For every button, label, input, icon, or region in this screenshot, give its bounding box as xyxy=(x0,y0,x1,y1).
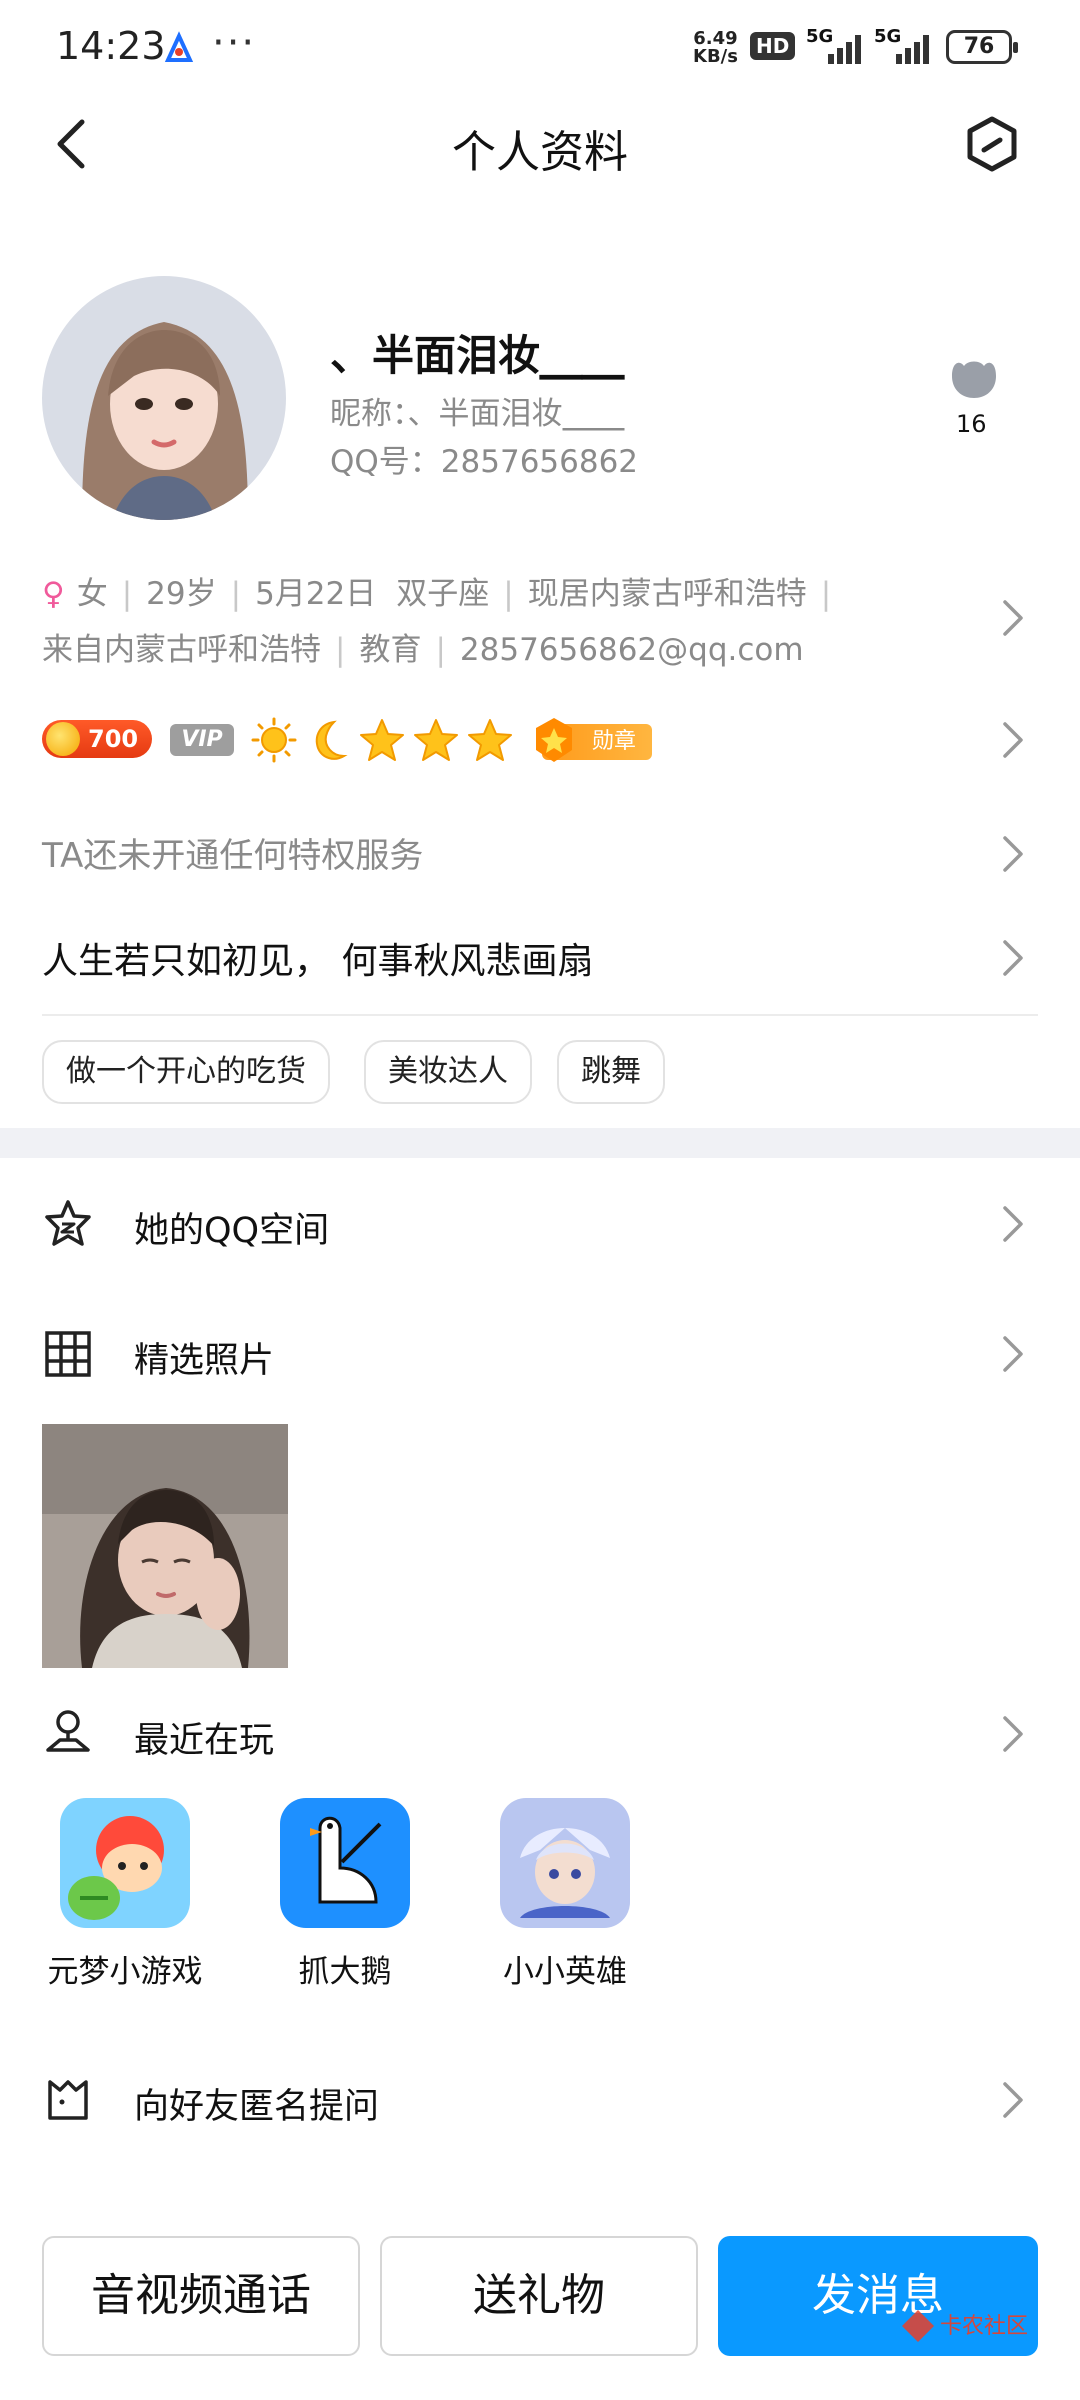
info-hometown: 来自内蒙古呼和浩特 xyxy=(42,632,321,668)
like-button[interactable] xyxy=(946,354,1002,406)
video-call-button[interactable]: 音视频通话 xyxy=(42,2236,360,2356)
privilege-chevron[interactable] xyxy=(1000,834,1026,874)
recent-games-row[interactable]: 最近在玩 xyxy=(0,1690,1080,1780)
info-age: 29岁 xyxy=(146,576,217,612)
chevron-right-icon xyxy=(1003,1716,1023,1752)
badge-row-chevron[interactable] xyxy=(1000,720,1026,760)
privilege-status[interactable]: TA还未开通任何特权服务 xyxy=(42,828,423,877)
vip-badge: VIP xyxy=(170,724,234,756)
profile-nickname: 昵称：、半面泪妆⎽⎽ xyxy=(330,396,625,432)
info-birthday: 5月22日 xyxy=(255,576,377,612)
send-gift-button[interactable]: 送礼物 xyxy=(380,2236,698,2356)
chevron-right-icon xyxy=(1003,1336,1023,1372)
hero-game-icon xyxy=(500,1798,630,1928)
signal-icon-2: 5G xyxy=(874,26,938,70)
signature-chevron[interactable] xyxy=(1000,938,1026,978)
like-icon xyxy=(952,361,996,398)
photos-row[interactable]: 精选照片 xyxy=(0,1308,1080,1398)
profile-name: 、半面泪妆⎽⎽ xyxy=(330,331,625,380)
status-time: 14:23 xyxy=(56,24,166,68)
coin-badge: 700 xyxy=(42,720,152,758)
moon-level-icon xyxy=(315,720,348,760)
page-title: 个人资料 xyxy=(452,127,628,178)
game-item-yuanmeng[interactable]: 元梦小游戏 xyxy=(30,1798,220,1991)
signal-icon: 5G xyxy=(806,26,870,70)
profile-info-line-2: 来自内蒙古呼和浩特 | 教育 | 2857656862@qq.com xyxy=(42,632,804,668)
like-count: 16 xyxy=(956,410,987,438)
info-residence: 现居内蒙古呼和浩特 xyxy=(527,576,807,612)
female-icon: ♀ xyxy=(42,576,65,612)
interest-tag[interactable]: 做一个开心的吃货 xyxy=(42,1040,330,1104)
watermark-logo-icon xyxy=(902,2310,934,2342)
qzone-star-icon xyxy=(45,1200,91,1246)
goose-game-icon xyxy=(280,1798,410,1928)
personal-signature[interactable]: 人生若只如初见， 何事秋风悲画扇 xyxy=(42,932,593,984)
chevron-right-icon xyxy=(1003,836,1023,872)
game-label: 抓大鹅 xyxy=(298,1954,392,1990)
grid-icon xyxy=(45,1331,91,1377)
photos-label: 精选照片 xyxy=(134,1341,275,1381)
recent-games-label: 最近在玩 xyxy=(134,1721,275,1761)
info-occupation: 教育 xyxy=(359,632,422,668)
info-gender: 女 xyxy=(76,576,108,612)
sun-level-icon xyxy=(251,717,297,763)
interest-tag[interactable]: 美妆达人 xyxy=(364,1040,532,1104)
profile-info-line-1: ♀ 女 | 29岁 | 5月22日 双子座 | 现居内蒙古呼和浩特 | xyxy=(42,576,832,612)
featured-photo[interactable] xyxy=(42,1424,288,1668)
profile-qq-number: QQ号：2857656862 xyxy=(330,444,639,480)
anon-question-row[interactable]: 向好友匿名提问 xyxy=(0,2056,1080,2146)
star-level-icon xyxy=(468,719,512,761)
chevron-right-icon xyxy=(1003,940,1023,976)
interest-tag[interactable]: 跳舞 xyxy=(557,1040,665,1104)
nav-header: 个人资料 xyxy=(0,96,1080,192)
avatar[interactable] xyxy=(42,276,286,520)
qzone-label: 她的QQ空间 xyxy=(134,1211,330,1251)
coin-icon xyxy=(46,722,80,756)
game-item-xiaoxiaoyingxiong[interactable]: 小小英雄 xyxy=(470,1798,660,1991)
hd-icon: HD xyxy=(750,32,796,60)
divider xyxy=(42,1014,1038,1016)
status-bar: 14:23 ··· 6.49 KB/s HD 5G 5G 76 xyxy=(0,0,1080,96)
settings-button[interactable] xyxy=(962,114,1022,174)
question-box-icon xyxy=(48,2080,88,2120)
game-label: 小小英雄 xyxy=(503,1954,627,1990)
chevron-right-icon xyxy=(1003,722,1023,758)
network-speed: 6.49 KB/s xyxy=(693,28,738,67)
game-label: 元梦小游戏 xyxy=(47,1954,203,1990)
game-item-zhuadae[interactable]: 抓大鹅 xyxy=(250,1798,440,1991)
chevron-right-icon xyxy=(1003,1206,1023,1242)
info-zodiac: 双子座 xyxy=(396,576,490,612)
info-detail-chevron[interactable] xyxy=(1000,598,1026,638)
chevron-right-icon xyxy=(1003,600,1023,636)
watermark: 卡农社区 xyxy=(898,2300,1068,2356)
anon-question-label: 向好友匿名提问 xyxy=(134,2087,380,2127)
chevron-right-icon xyxy=(1003,2082,1023,2118)
medal-icon xyxy=(536,718,572,762)
qzone-row[interactable]: 她的QQ空间 xyxy=(0,1180,1080,1270)
star-level-icon xyxy=(360,719,404,761)
game-pin-icon xyxy=(46,1710,90,1752)
star-level-icon xyxy=(414,719,458,761)
hexagon-settings-icon xyxy=(967,116,1017,172)
section-divider xyxy=(0,1128,1080,1158)
more-notifications-icon: ··· xyxy=(212,20,257,66)
app-notification-icon xyxy=(162,30,196,64)
info-email: 2857656862@qq.com xyxy=(459,632,804,668)
yuanmeng-game-icon xyxy=(60,1798,190,1928)
battery-icon: 76 xyxy=(946,30,1018,64)
